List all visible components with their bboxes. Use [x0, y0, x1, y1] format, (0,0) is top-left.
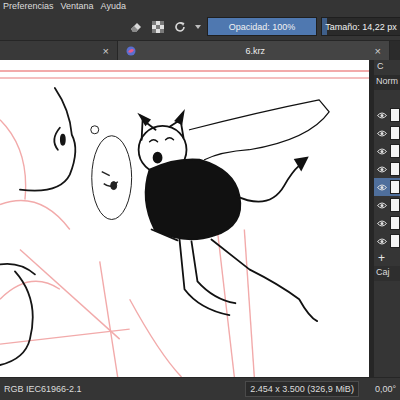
rotation: 0,00°	[375, 384, 396, 394]
refresh-icon	[173, 20, 187, 34]
alpha-lock-button[interactable]	[149, 18, 167, 36]
reload-preset-button[interactable]	[171, 18, 189, 36]
drawing	[0, 60, 369, 377]
eye-icon[interactable]	[377, 166, 387, 173]
blend-mode-dropdown[interactable]: Norm	[374, 75, 400, 90]
menu-bar: Preferencias Ventana Ayuda	[0, 0, 400, 13]
eraser-button[interactable]	[127, 18, 145, 36]
layer-row[interactable]	[374, 160, 400, 178]
layer-thumbnail	[390, 198, 400, 212]
toolbar: Opacidad: 100% Tamaño: 14,22 px	[0, 13, 400, 41]
tab-bar: × 6.krz ×	[0, 41, 400, 60]
eye-icon[interactable]	[377, 202, 387, 209]
layer-list	[374, 106, 400, 250]
eye-icon[interactable]	[377, 184, 387, 191]
layer-row[interactable]	[374, 124, 400, 142]
layer-thumbnail	[390, 216, 400, 230]
eraser-icon	[129, 20, 143, 34]
status-bar: RGB IEC61966-2.1 2.454 x 3.500 (326,9 Mi…	[0, 377, 400, 400]
menu-item[interactable]: Ventana	[61, 1, 94, 12]
menu-item[interactable]: Preferencias	[3, 1, 54, 12]
layer-thumbnail	[390, 180, 400, 194]
canvas[interactable]	[0, 60, 369, 377]
docker-header: C	[374, 60, 400, 75]
layer-thumbnail	[390, 126, 400, 140]
eye-icon[interactable]	[377, 112, 387, 119]
layer-thumbnail	[390, 144, 400, 158]
checker-icon	[151, 20, 165, 34]
eye-icon[interactable]	[377, 130, 387, 137]
document-tab[interactable]: 6.krz ×	[118, 41, 390, 60]
add-layer-button[interactable]: +	[374, 250, 400, 266]
layer-row[interactable]	[374, 232, 400, 250]
tab-close-button[interactable]: ×	[375, 45, 381, 57]
layer-row[interactable]	[374, 106, 400, 124]
layer-thumbnail	[390, 162, 400, 176]
sketch-lines	[0, 71, 369, 377]
eye-icon[interactable]	[377, 148, 387, 155]
more-button[interactable]	[193, 18, 203, 36]
layer-thumbnail	[390, 234, 400, 248]
dropdown-arrow-icon	[194, 23, 202, 31]
slider-label: Tamaño: 14,22 px	[323, 22, 399, 32]
tab-label: 6.krz	[142, 46, 369, 56]
tab-close-button[interactable]: ×	[103, 45, 109, 57]
krita-window: Preferencias Ventana Ayuda Opacidad: 100% …	[0, 0, 400, 400]
layer-thumbnail	[390, 108, 400, 122]
slider-label: Opacidad: 100%	[227, 22, 298, 32]
devil-character	[139, 100, 329, 321]
big-face-outline	[0, 88, 75, 365]
eye-icon[interactable]	[377, 220, 387, 227]
image-size: 2.454 x 3.500 (326,9 MiB)	[245, 381, 359, 397]
layer-row[interactable]	[374, 214, 400, 232]
menu-item[interactable]: Ayuda	[101, 1, 126, 12]
krita-document-icon	[126, 46, 136, 56]
opacity-slider[interactable]: Opacidad: 100%	[207, 17, 317, 36]
eye-icon[interactable]	[377, 238, 387, 245]
color-profile: RGB IEC61966-2.1	[4, 384, 82, 394]
speech-bubble	[91, 126, 132, 220]
layer-row[interactable]	[374, 196, 400, 214]
layers-docker: C Norm + Caj	[373, 60, 400, 377]
layer-row[interactable]	[374, 142, 400, 160]
document-tab[interactable]: ×	[0, 41, 118, 60]
size-slider[interactable]: Tamaño: 14,22 px	[321, 17, 400, 36]
workspace: C Norm + Caj	[0, 60, 400, 377]
docker-tab[interactable]: Caj	[374, 266, 400, 281]
layer-row[interactable]	[374, 178, 400, 196]
